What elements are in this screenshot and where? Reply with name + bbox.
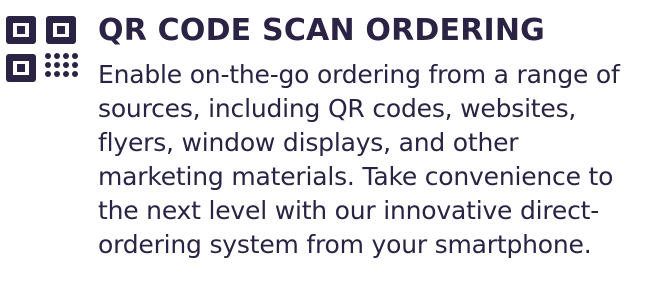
qr-code-icon [6, 16, 78, 82]
feature-description: Enable on-the-go ordering from a range o… [98, 60, 620, 259]
qr-ordering-feature: QR CODE SCAN ORDERING Enable on-the-go o… [0, 0, 656, 288]
feature-title: QR CODE SCAN ORDERING [98, 13, 545, 48]
